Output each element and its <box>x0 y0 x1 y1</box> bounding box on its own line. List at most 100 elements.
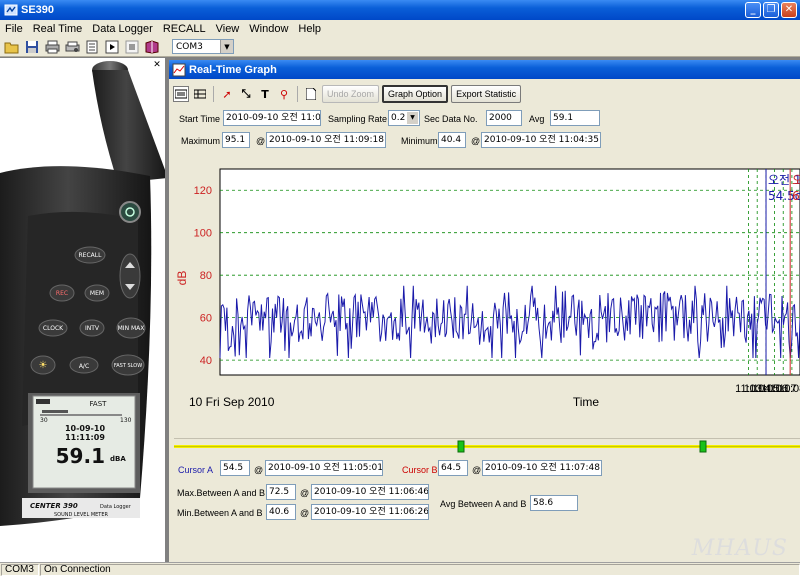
main-title-bar[interactable]: SE390 _ ❐ ✕ <box>0 0 800 20</box>
cursor-b-label: Cursor B <box>402 465 438 475</box>
printer-setup-icon[interactable] <box>64 39 80 55</box>
app-icon <box>4 4 18 16</box>
rec-button-label: REC <box>56 290 68 297</box>
at-symbol: @ <box>300 488 310 498</box>
data-no-field[interactable]: 2000 <box>486 110 522 126</box>
close-button[interactable]: ✕ <box>781 2 797 18</box>
x-axis-label: Time <box>573 395 600 409</box>
maximum-time-field[interactable]: 2010-09-10 오전 11:09:18 <box>266 132 386 148</box>
lcd-reading: 59.1 <box>56 444 105 468</box>
min-between-value[interactable]: 40.6 <box>266 504 296 520</box>
chevron-down-icon[interactable]: ▼ <box>407 112 418 124</box>
avg-between-value[interactable]: 58.6 <box>530 495 578 511</box>
graph-toolbar: ➚ ⤡ T ⚲ Undo Zoom Graph Option Export St… <box>173 83 795 105</box>
lcd-range-high: 130 <box>120 417 132 424</box>
at-symbol: @ <box>256 136 266 146</box>
meter-illustration: RECALL REC MEM CLOCK INTV MIN MAX ☀ A/C … <box>0 61 165 526</box>
menu-file[interactable]: File <box>0 23 28 35</box>
open-folder-icon[interactable] <box>4 39 20 55</box>
text-tool-icon[interactable]: T <box>257 86 273 102</box>
workspace: ✕ RECALL REC MEM CLOCK INTV MIN MAX ☀ A/… <box>0 58 800 562</box>
cursor-a-label: Cursor A <box>178 465 214 475</box>
cursor-a-value[interactable]: 54.5 <box>220 460 250 476</box>
plot-area <box>219 168 800 376</box>
cursor-a-time[interactable]: 2010-09-10 오전 11:05:01 <box>265 460 383 476</box>
realtime-chart[interactable]: 40608010012011:0311:0411:0511:0611:0711:… <box>174 153 800 433</box>
menu-window[interactable]: Window <box>244 23 293 35</box>
max-between-time[interactable]: 2010-09-10 오전 11:06:46 <box>311 484 429 500</box>
port-select[interactable]: COM3 ▼ <box>172 39 234 54</box>
chevron-down-icon[interactable]: ▼ <box>220 40 233 53</box>
book-icon[interactable] <box>144 39 160 55</box>
cursor-b-time[interactable]: 2010-09-10 오전 11:07:48 <box>482 460 602 476</box>
minimum-field[interactable]: 40.4 <box>438 132 466 148</box>
start-time-label: Start Time <box>179 114 221 124</box>
start-time-field[interactable]: 2010-09-10 오전 11:02:1 <box>223 110 321 126</box>
menu-view[interactable]: View <box>211 23 245 35</box>
table-mode-icon[interactable] <box>192 86 208 102</box>
menu-real-time[interactable]: Real Time <box>28 23 88 35</box>
status-connection: On Connection <box>40 564 800 576</box>
cursor-b-time-label: 오전 11:07:48 <box>792 173 800 187</box>
print-icon[interactable] <box>44 39 60 55</box>
cursor-slider[interactable] <box>174 438 800 454</box>
stop-icon[interactable] <box>124 39 140 55</box>
menu-data-logger[interactable]: Data Logger <box>87 23 158 35</box>
export-statistic-button[interactable]: Export Statistic <box>451 85 522 103</box>
max-between-label: Max.Between A and B <box>177 488 266 498</box>
new-page-icon[interactable] <box>303 86 319 102</box>
brand-name: CENTER 390 <box>30 502 78 510</box>
cursor-a-handle[interactable] <box>457 440 465 453</box>
y-tick-label: 40 <box>200 355 212 367</box>
at-symbol: @ <box>300 508 310 518</box>
menu-recall[interactable]: RECALL <box>158 23 211 35</box>
save-icon[interactable] <box>24 39 40 55</box>
data-no-label: Data No. <box>442 114 478 124</box>
y-tick-label: 100 <box>194 228 212 240</box>
lcd-date: 10-09-10 <box>65 424 105 433</box>
y-tick-label: 80 <box>200 270 212 282</box>
maximize-button[interactable]: ❐ <box>763 2 779 18</box>
sampling-rate-label: Sampling Rate <box>328 114 388 124</box>
cursor-slider-track[interactable] <box>174 439 800 455</box>
toolbar-separator <box>213 86 214 102</box>
pointer-icon[interactable]: ➚ <box>219 86 235 102</box>
close-icon[interactable]: ✕ <box>152 60 162 70</box>
status-port: COM3 <box>1 564 39 576</box>
fastslow-button-label: FAST SLOW <box>114 363 142 369</box>
y-tick-label: 120 <box>194 185 212 197</box>
marker-tool-icon[interactable]: ⚲ <box>276 86 292 102</box>
x-tick-label: 11:08 <box>779 383 800 395</box>
maximum-field[interactable]: 95.1 <box>222 132 250 148</box>
undo-zoom-button[interactable]: Undo Zoom <box>322 85 380 103</box>
realtime-mode-icon[interactable] <box>173 86 189 102</box>
minimum-time-field[interactable]: 2010-09-10 오전 11:04:35 <box>481 132 601 148</box>
minimum-label: Minimum <box>401 136 438 146</box>
lcd-range-low: 30 <box>40 417 48 424</box>
minimize-button[interactable]: _ <box>745 2 761 18</box>
svg-text:☀: ☀ <box>39 360 48 371</box>
run-icon[interactable] <box>104 39 120 55</box>
lcd-unit: dBA <box>110 455 126 463</box>
cursor-tool-icon[interactable]: ⤡ <box>238 86 254 102</box>
intv-button-label: INTV <box>85 325 100 332</box>
min-between-time[interactable]: 2010-09-10 오전 11:06:26 <box>311 504 429 520</box>
sampling-rate-select[interactable]: 0.2 ▼ <box>388 110 420 126</box>
at-symbol: @ <box>254 465 264 475</box>
y-axis-label: dB <box>175 271 189 286</box>
brand-line2: SOUND LEVEL METER <box>54 512 109 518</box>
max-between-value[interactable]: 72.5 <box>266 484 296 500</box>
toolbar-separator <box>297 86 298 102</box>
avg-between-label: Avg Between A and B <box>440 499 527 509</box>
maximum-label: Maximum <box>181 136 221 146</box>
menu-help[interactable]: Help <box>293 23 326 35</box>
graph-option-button[interactable]: Graph Option <box>382 85 449 103</box>
database-icon[interactable] <box>84 39 100 55</box>
graph-window-title-bar[interactable]: Real-Time Graph <box>169 60 800 79</box>
cursor-b-value[interactable]: 64.5 <box>438 460 468 476</box>
chart-area[interactable]: 40 60 80 100 120 11:03 11:04 11:05 11:06 11:07 11:… <box>174 153 800 433</box>
cursor-b-handle[interactable] <box>699 440 707 453</box>
watermark-text: MHAUS <box>691 536 788 561</box>
avg-field[interactable]: 59.1 <box>550 110 600 126</box>
status-bar: COM3 On Connection <box>0 562 800 576</box>
